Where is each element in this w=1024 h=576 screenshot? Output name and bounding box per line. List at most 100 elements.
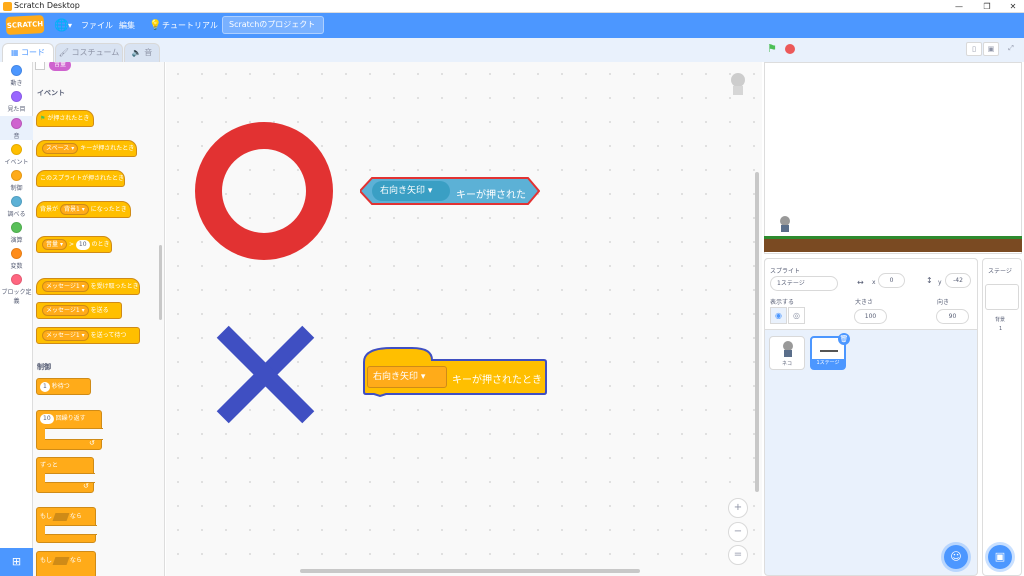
volume-reporter[interactable]: 音量 [49,62,72,71]
category-looks[interactable]: 見た目 [0,91,33,113]
hat-key-dropdown[interactable]: 右向き矢印 ▾ [367,366,447,388]
choose-backdrop-button[interactable]: ▣ [988,545,1012,569]
size-input[interactable]: 100 [854,309,887,324]
small-stage-button[interactable]: ▯ [966,42,982,56]
sprite-name-input[interactable]: 1ステージ [770,276,838,291]
category-control[interactable]: 制御 [0,170,33,192]
backdrops-label: 背景 [995,317,1006,323]
repeat-count[interactable]: 10 [40,413,54,424]
menu-bar: SCRATCH 🌐 ▾ ファイル 編集 💡 チュートリアル Scratchのプロ… [0,13,1024,38]
zoom-in-button[interactable]: + [728,498,748,518]
globe-icon[interactable]: 🌐 [54,13,69,38]
zoom-reset-button[interactable]: = [728,545,748,565]
when-loudness-block[interactable]: 音量 ▾ > 10 のとき [36,236,112,253]
scratch-logo[interactable]: SCRATCH [5,15,45,35]
tab-code[interactable]: ▦ コード [2,43,54,63]
menu-file[interactable]: ファイル [81,13,113,38]
broadcast-block[interactable]: メッセージ1 ▾ を送る [36,302,122,319]
green-flag-icon: ⚑ [40,115,46,122]
block-text: 背景が [40,206,59,213]
stage-sprite-character[interactable] [778,216,792,234]
menu-edit[interactable]: 編集 [119,13,135,38]
when-sprite-clicked-block[interactable]: このスプライトが押されたとき [36,170,125,187]
tab-code-label: コード [21,48,46,57]
x-input[interactable]: 0 [878,273,905,288]
menu-tutorials[interactable]: チュートリアル [162,13,218,38]
forever-block[interactable]: ずっと ↺ [36,457,95,493]
extension-icon: ⊞ [11,555,22,568]
tab-costumes[interactable]: 🖌 コスチューム [55,43,123,62]
stage-thumbnail[interactable] [985,284,1019,310]
when-receive-block[interactable]: メッセージ1 ▾ を受け取ったとき [36,278,140,295]
sensing-block-label: キーが押された [456,190,526,201]
if-then-block[interactable]: もし なら [36,507,97,543]
checkbox[interactable] [35,62,45,70]
broadcast-and-wait-block[interactable]: メッセージ1 ▾ を送って待つ [36,327,140,344]
block-text: なら [69,557,82,564]
zoom-out-button[interactable]: − [728,522,748,542]
if-then-block-2[interactable]: もし なら [36,551,96,576]
script-area-vscrollbar[interactable] [755,172,759,492]
condition-slot[interactable] [52,556,70,565]
category-variables[interactable]: 変数 [0,248,33,270]
fullscreen-button[interactable]: ⤢ [1003,42,1019,56]
loop-arrow-icon: ↺ [83,482,89,490]
sprite-tile-name: ネコ [782,361,792,367]
stage-canvas[interactable] [764,62,1022,254]
add-extension-button[interactable]: ⊞ [0,548,33,576]
category-sound[interactable]: 音 [0,116,33,140]
block-text: になったとき [90,206,127,213]
close-button[interactable]: ✕ [998,0,1024,13]
direction-label: 向き [937,299,950,306]
large-stage-button[interactable]: ▣ [983,42,999,56]
category-operators[interactable]: 演算 [0,222,33,244]
project-title-input[interactable]: Scratchのプロジェクト [222,16,324,34]
when-backdrop-switches-block[interactable]: 背景が 背景1 ▾ になったとき [36,201,131,218]
delete-sprite-icon[interactable]: 🗑 [838,333,850,345]
block-text: 回繰り返す [55,415,86,422]
category-events[interactable]: イベント [0,144,33,166]
message-dropdown[interactable]: メッセージ1 ▾ [42,330,89,341]
hide-sprite-button[interactable]: ◎ [788,307,805,324]
sensing-key-dropdown[interactable]: 右向き矢印 ▾ [372,181,450,201]
green-flag-icon[interactable]: ⚑ [767,43,779,55]
category-motion[interactable]: 動き [0,65,33,87]
editor-tabs: ▦ コード 🖌 コスチューム 🔈 音 [0,38,762,63]
category-label: 音 [13,133,20,140]
block-text: を送る [90,307,109,314]
category-my-blocks[interactable]: ブロック定義 [0,274,33,305]
loudness-dropdown[interactable]: 音量 ▾ [42,239,67,250]
message-dropdown[interactable]: メッセージ1 ▾ [42,305,89,316]
fullscreen-icon: ⤢ [1008,44,1014,52]
key-dropdown[interactable]: スペース ▾ [42,143,79,154]
category-label: 制御 [10,185,23,192]
minimize-button[interactable]: — [944,0,974,13]
loudness-value[interactable]: 10 [75,239,90,250]
wait-block[interactable]: 1 秒待つ [36,378,91,395]
direction-input[interactable]: 90 [936,309,969,324]
y-input[interactable]: -42 [945,273,971,288]
palette-scrollbar[interactable] [159,245,162,320]
backdrop-dropdown[interactable]: 背景1 ▾ [60,204,89,215]
wait-seconds[interactable]: 1 [40,381,50,392]
choose-sprite-button[interactable]: ☺ [944,545,968,569]
when-flag-clicked-block[interactable]: ⚑ が押されたとき [36,110,94,127]
language-caret[interactable]: ▾ [68,13,72,38]
repeat-block[interactable]: 10 回繰り返す ↺ [36,410,103,450]
sprite-tile-cat[interactable]: ネコ [769,336,805,370]
stop-button[interactable] [785,44,795,54]
category-sensing[interactable]: 調べる [0,196,33,218]
gt-sign: > [68,241,76,248]
x-label: x [872,279,876,286]
category-label: 変数 [10,263,23,270]
show-sprite-button[interactable]: ◉ [770,307,787,324]
when-key-pressed-block[interactable]: スペース ▾ キーが押されたとき [36,140,137,157]
tab-sounds[interactable]: 🔈 音 [124,43,160,62]
message-dropdown[interactable]: メッセージ1 ▾ [42,281,89,292]
control-dot-icon [11,170,22,181]
block-text: のとき [91,241,110,248]
hat-block-label: キーが押されたとき [452,375,542,386]
script-area-hscrollbar[interactable] [300,569,640,573]
y-label: y [938,279,942,286]
condition-slot[interactable] [52,512,70,521]
